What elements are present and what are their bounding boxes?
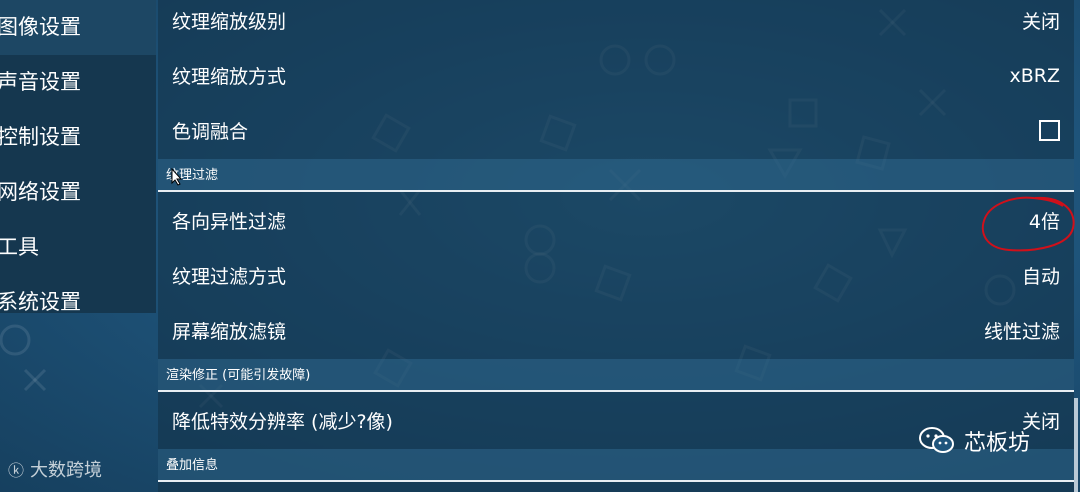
hue-blend-checkbox[interactable] xyxy=(1039,120,1060,141)
red-annotation-circle xyxy=(981,196,1075,252)
watermark-left-text: 大数跨境 xyxy=(30,460,103,481)
wechat-icon xyxy=(919,427,954,453)
setting-label: 屏幕缩放滤镜 xyxy=(172,321,287,343)
sidebar-item-controls[interactable]: 控制设置 xyxy=(0,110,156,165)
setting-row-tex-filter-mode[interactable]: 纹理过滤方式 自动 xyxy=(158,248,1074,303)
setting-row-tex-scale-level[interactable]: 纹理缩放级别 关闭 xyxy=(158,0,1074,48)
sidebar-item-system[interactable]: 系统设置 xyxy=(0,275,156,330)
setting-label: 色调融合 xyxy=(172,121,249,143)
scrollbar[interactable] xyxy=(1074,398,1078,492)
settings-panel: 纹理缩放级别 关闭 纹理缩放方式 xBRZ 色调融合 纹理过滤 各向异性过滤 4… xyxy=(158,0,1074,492)
setting-row-tex-scale-method[interactable]: 纹理缩放方式 xBRZ xyxy=(158,48,1074,103)
setting-label: 各向异性过滤 xyxy=(172,211,287,233)
setting-row-hue-blend[interactable]: 色调融合 xyxy=(158,103,1074,158)
watermark-right: 芯板坊 xyxy=(918,425,1030,457)
setting-label: 降低特效分辨率 (减少?像) xyxy=(172,411,393,433)
watermark-logo-icon: ⓚ xyxy=(8,461,25,480)
settings-sidebar: 图像设置 声音设置 控制设置 网络设置 工具 系统设置 xyxy=(0,0,156,314)
sidebar-item-graphics[interactable]: 图像设置 xyxy=(0,0,156,55)
mouse-cursor-icon xyxy=(171,168,183,186)
setting-value: xBRZ xyxy=(1009,64,1061,87)
setting-value: 关闭 xyxy=(1021,11,1060,33)
section-header-texture-filter: 纹理过滤 xyxy=(158,159,1074,192)
sidebar-item-network[interactable]: 网络设置 xyxy=(0,165,156,220)
setting-label: 纹理缩放级别 xyxy=(172,11,287,33)
setting-row-screen-filter[interactable]: 屏幕缩放滤镜 线性过滤 xyxy=(158,303,1074,358)
setting-label: 纹理缩放方式 xyxy=(172,66,287,88)
watermark-left: ⓚ 大数跨境 xyxy=(8,456,102,482)
section-header-render-fix: 渲染修正 (可能引发故障) xyxy=(158,359,1074,392)
setting-row-aniso-filter[interactable]: 各向异性过滤 4倍 xyxy=(158,193,1074,248)
watermark-right-text: 芯板坊 xyxy=(964,431,1031,456)
sidebar-item-audio[interactable]: 声音设置 xyxy=(0,55,156,110)
setting-value: 自动 xyxy=(1021,266,1060,288)
setting-value: 线性过滤 xyxy=(983,321,1060,343)
setting-label: 纹理过滤方式 xyxy=(172,266,287,288)
sidebar-item-tools[interactable]: 工具 xyxy=(0,220,156,275)
